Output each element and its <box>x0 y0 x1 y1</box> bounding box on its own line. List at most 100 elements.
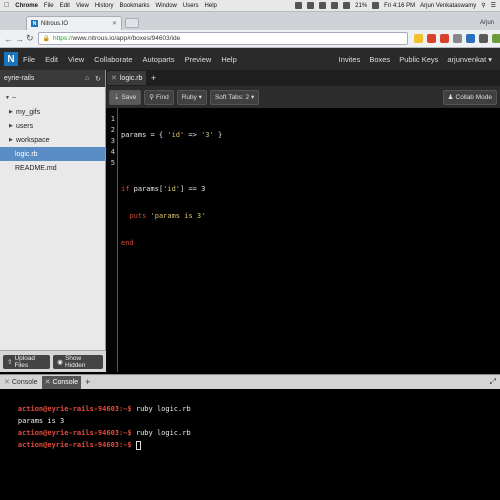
mac-menu-file[interactable]: File <box>44 3 54 9</box>
app-menu-preview[interactable]: Preview <box>185 55 212 64</box>
battery-icon[interactable] <box>372 2 380 9</box>
find-button[interactable]: ⚲ Find <box>144 89 174 105</box>
app-menu-collaborate[interactable]: Collaborate <box>94 55 132 64</box>
tree-folder-label: workspace <box>16 136 50 144</box>
wifi-icon[interactable] <box>331 2 339 9</box>
user-menu[interactable]: arjunvenkat ▾ <box>447 55 492 64</box>
extension-dark-icon[interactable] <box>478 34 488 43</box>
app-menu-help[interactable]: Help <box>221 55 236 64</box>
dropbox-icon[interactable] <box>295 2 303 9</box>
refresh-icon[interactable]: ↻ <box>95 75 101 83</box>
forward-icon[interactable]: → <box>15 33 24 45</box>
terminal-text: params is 3 <box>17 417 65 425</box>
clock[interactable]: Fri 4:16 PM <box>384 3 415 9</box>
nitrous-logo[interactable]: N <box>4 52 18 66</box>
extension-blue-icon[interactable] <box>465 34 475 43</box>
save-button[interactable]: ⇣ Save <box>109 89 142 105</box>
sidebar-header: eyrie-rails ⌂ ↻ <box>0 70 105 87</box>
battery-percent[interactable]: 21% <box>355 3 367 9</box>
extension-gray-icon[interactable] <box>452 34 462 43</box>
app-menu-view[interactable]: View <box>68 55 84 64</box>
mac-menu-window[interactable]: Window <box>156 3 177 9</box>
browser-tab[interactable]: N Nitrous.IO ✕ <box>26 16 122 30</box>
mac-status-tray: 21% Fri 4:16 PM Arjun Venkataswamy ⚲ ☰ <box>295 2 496 9</box>
invites-link[interactable]: Invites <box>339 55 361 64</box>
new-console-tab-icon[interactable]: + <box>85 377 90 387</box>
sync-icon[interactable] <box>307 2 315 9</box>
code-line[interactable]: if params['id'] == 3 <box>121 184 222 195</box>
notification-center-icon[interactable]: ☰ <box>491 2 496 9</box>
line-number-gutter: 1 2 3 4 5 <box>106 108 118 372</box>
tree-folder-my-gifs[interactable]: ▶ my_gifs <box>0 105 105 119</box>
line-number: 4 <box>110 148 115 156</box>
new-tab-button[interactable] <box>125 18 139 28</box>
app-menu-autoparts[interactable]: Autoparts <box>143 55 175 64</box>
maximize-console-icon[interactable]: ⤢ <box>490 377 496 387</box>
url-input[interactable]: 🔒 https:// www.nitrous.io/app#/boxes/946… <box>37 32 408 45</box>
show-hidden-button[interactable]: ◉ Show Hidden <box>53 354 103 369</box>
tree-file-label: logic.rb <box>15 150 38 158</box>
address-bar-row: ← → ↻ 🔒 https:// www.nitrous.io/app#/box… <box>0 30 500 48</box>
tree-file-logic-rb[interactable]: logic.rb <box>0 147 105 161</box>
code-content[interactable]: params = { 'id' => '3' } if params['id']… <box>118 108 222 372</box>
bluetooth-icon[interactable] <box>319 2 327 9</box>
terminal-output[interactable]: action@eyrie-rails-94603:~$ ruby logic.r… <box>0 389 500 500</box>
sidebar-footer: ⇧ Upload Files ◉ Show Hidden <box>0 350 106 372</box>
mac-menu-history[interactable]: History <box>95 3 114 9</box>
apple-icon[interactable]:  <box>4 2 9 9</box>
editor-tab-logic-rb[interactable]: ✕ logic.rb <box>107 71 147 85</box>
tree-root[interactable]: ▼ ~ <box>0 91 105 105</box>
code-editor[interactable]: 1 2 3 4 5 params = { 'id' => '3' } if pa… <box>106 108 500 372</box>
mac-menu-help[interactable]: Help <box>205 3 217 9</box>
reload-icon[interactable]: ↻ <box>26 33 34 45</box>
caret-right-icon[interactable]: ▶ <box>9 123 16 129</box>
tree-root-label: ~ <box>12 94 17 102</box>
home-icon[interactable]: ⌂ <box>85 75 89 83</box>
mac-menu-bar:  Chrome File Edit View History Bookmark… <box>0 0 500 12</box>
code-line[interactable]: puts 'params is 3' <box>121 211 222 222</box>
tree-folder-workspace[interactable]: ▶ workspace <box>0 133 105 147</box>
extension-green-icon[interactable] <box>491 34 500 43</box>
upload-files-button[interactable]: ⇧ Upload Files <box>3 354 51 369</box>
line-number: 3 <box>110 137 115 145</box>
soft-tabs-select[interactable]: Soft Tabs: 2 ▾ <box>209 89 260 105</box>
caret-down-icon[interactable]: ▼ <box>5 95 12 101</box>
mac-menu-app[interactable]: Chrome <box>15 3 38 9</box>
terminal-prompt: action@eyrie-rails-94603:~$ <box>17 429 132 437</box>
tree-file-readme[interactable]: README.md <box>0 161 105 175</box>
mac-user-name[interactable]: Arjun Venkataswamy <box>420 3 476 9</box>
terminal-text: ruby logic.rb <box>131 405 191 413</box>
close-tab-icon[interactable]: ✕ <box>112 20 117 27</box>
volume-icon[interactable] <box>343 2 351 9</box>
console-tab-2[interactable]: ✕ Console <box>41 375 82 389</box>
back-icon[interactable]: ← <box>4 33 13 45</box>
extension-badge-icon[interactable] <box>439 34 449 43</box>
mac-menu-view[interactable]: View <box>76 3 89 9</box>
people-icon: ♟ <box>447 94 454 101</box>
mac-menu-bookmarks[interactable]: Bookmarks <box>120 3 150 9</box>
tree-folder-users[interactable]: ▶ users <box>0 119 105 133</box>
chrome-profile[interactable]: Arjun <box>480 20 494 26</box>
app-menu-file[interactable]: File <box>23 55 35 64</box>
boxes-link[interactable]: Boxes <box>369 55 390 64</box>
public-keys-link[interactable]: Public Keys <box>399 55 438 64</box>
close-console-tab-icon[interactable]: ✕ <box>45 378 51 386</box>
mac-menu-users[interactable]: Users <box>183 3 199 9</box>
language-select[interactable]: Ruby ▾ <box>176 89 207 105</box>
caret-right-icon[interactable]: ▶ <box>9 109 16 115</box>
mac-menu-edit[interactable]: Edit <box>60 3 70 9</box>
collab-mode-button[interactable]: ♟ Collab Mode <box>442 89 497 105</box>
console-tab-1[interactable]: ✕ Console <box>1 376 41 389</box>
editor-toolbar: ⇣ Save ⚲ Find Ruby ▾ Soft Tabs: 2 ▾ ♟ Co… <box>106 86 500 108</box>
app-menu-edit[interactable]: Edit <box>45 55 58 64</box>
bookmark-star-icon[interactable] <box>413 34 423 43</box>
new-editor-tab-icon[interactable]: + <box>148 72 158 84</box>
extension-red-icon[interactable] <box>426 34 436 43</box>
spotlight-icon[interactable]: ⚲ <box>481 2 485 9</box>
code-line[interactable]: params = { 'id' => '3' } <box>121 130 222 141</box>
close-editor-tab-icon[interactable]: ✕ <box>111 74 117 82</box>
code-line[interactable] <box>121 157 222 168</box>
close-console-tab-icon[interactable]: ✕ <box>4 378 10 386</box>
code-line[interactable]: end <box>121 238 222 249</box>
caret-right-icon[interactable]: ▶ <box>9 137 16 143</box>
